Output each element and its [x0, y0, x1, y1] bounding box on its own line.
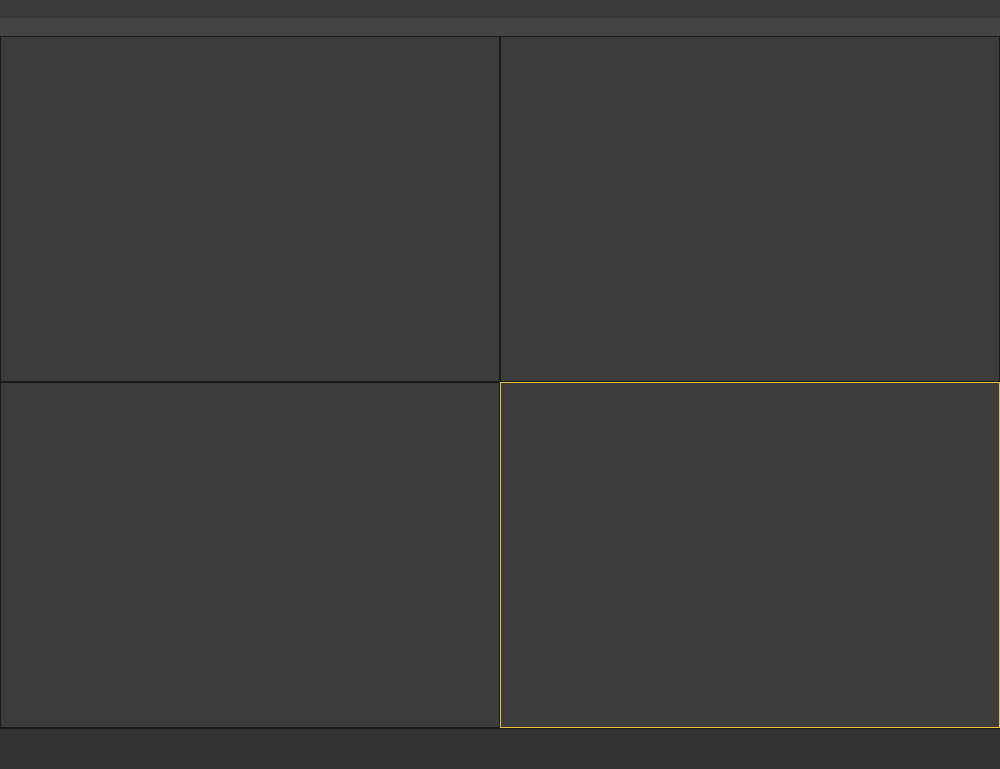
title-bar — [0, 0, 1000, 18]
viewport-bottom-left[interactable] — [0, 382, 500, 728]
viewport-grid — [0, 36, 1000, 728]
viewport-top-right[interactable] — [500, 36, 1000, 382]
time-slider[interactable] — [0, 728, 1000, 769]
viewport-bottom-right[interactable] — [500, 382, 1000, 728]
viewport-top-left[interactable] — [0, 36, 500, 382]
app-window — [0, 0, 1000, 769]
menu-bar — [0, 18, 1000, 36]
